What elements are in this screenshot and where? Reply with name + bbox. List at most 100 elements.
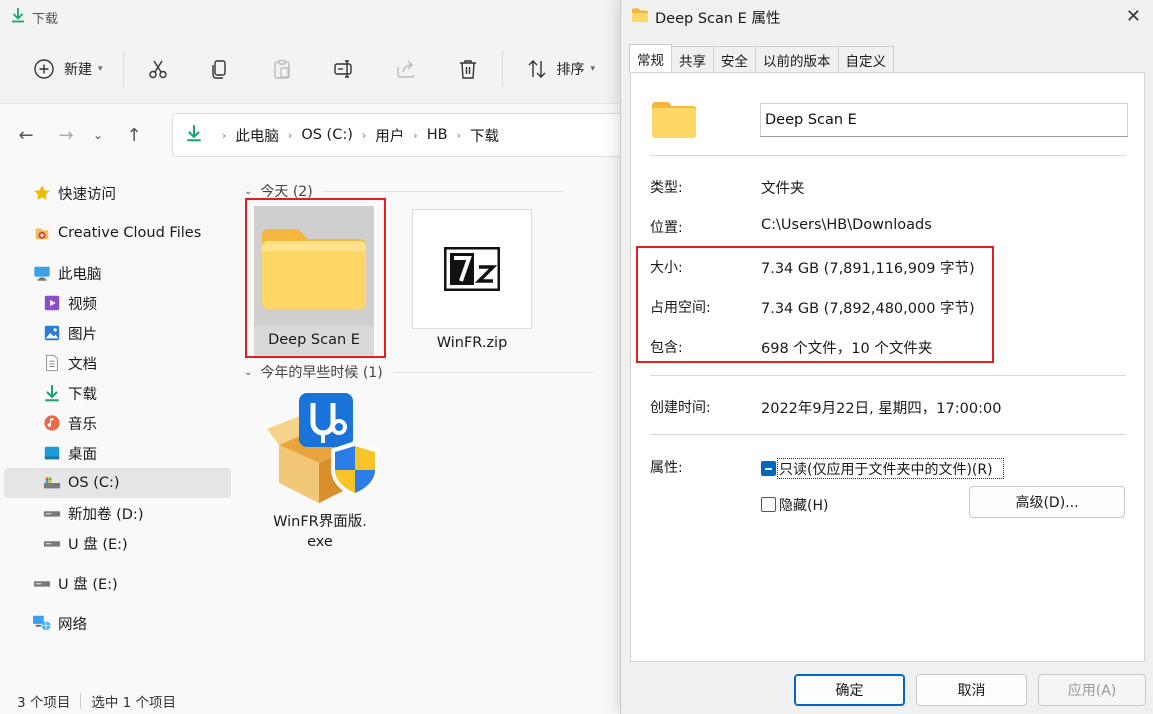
readonly-checkbox[interactable] xyxy=(761,461,776,476)
sidebar-item-documents[interactable]: 文档 xyxy=(4,348,231,378)
close-icon[interactable]: ✕ xyxy=(1126,6,1141,27)
sidebar-item-music[interactable]: 音乐 xyxy=(4,408,231,438)
sidebar-item-this-pc[interactable]: 此电脑 xyxy=(4,258,231,288)
star-icon xyxy=(32,183,52,203)
documents-icon xyxy=(42,353,62,373)
tab-previous-versions[interactable]: 以前的版本 xyxy=(755,46,839,72)
sidebar-item-new-volume-d[interactable]: 新加卷 (D:) xyxy=(4,498,231,528)
sort-button[interactable]: 排序 ▾ xyxy=(515,49,604,89)
hidden-label[interactable]: 隐藏(H) xyxy=(779,495,828,515)
sidebar-item-creative-cloud[interactable]: Creative Cloud Files xyxy=(4,218,231,248)
apply-button[interactable]: 应用(A) xyxy=(1038,674,1146,706)
download-icon xyxy=(10,7,26,27)
breadcrumb[interactable]: › 此电脑 › OS (C:) › 用户 › HB › 下载 xyxy=(172,113,632,157)
sidebar-item-label: 网络 xyxy=(58,616,87,633)
recent-locations-chevron-icon[interactable]: ⌄ xyxy=(86,128,110,142)
sidebar-item-quick-access[interactable]: 快速访问 xyxy=(4,178,231,208)
hidden-checkbox[interactable] xyxy=(761,497,776,512)
breadcrumb-item[interactable]: 下载 xyxy=(470,125,499,146)
forward-arrow-icon[interactable]: → xyxy=(46,125,86,146)
sidebar-item-label: 图片 xyxy=(68,326,97,343)
back-arrow-icon[interactable]: ← xyxy=(6,125,46,146)
drive-icon xyxy=(42,503,62,523)
sidebar-item-usb-e-root[interactable]: U 盘 (E:) xyxy=(4,568,231,598)
chevron-right-icon: › xyxy=(456,128,461,142)
sidebar-item-label: Creative Cloud Files xyxy=(58,225,202,241)
plus-circle-icon xyxy=(30,55,58,83)
chevron-down-icon: ⌄ xyxy=(244,185,253,197)
location-value: C:\Users\HB\Downloads xyxy=(761,217,932,233)
breadcrumb-item[interactable]: 用户 xyxy=(375,125,404,146)
sidebar-item-label: 此电脑 xyxy=(58,266,102,283)
group-header-divider xyxy=(392,371,593,373)
sidebar-item-label: 桌面 xyxy=(68,446,97,463)
sort-button-label: 排序 xyxy=(556,61,585,78)
toolbar-divider xyxy=(501,50,503,87)
address-bar-row: ← → ⌄ ↑ › 此电脑 › OS (C:) › 用户 › HB › 下载 xyxy=(0,104,632,166)
sidebar-item-label: 音乐 xyxy=(68,416,97,433)
file-item-winfr-zip[interactable]: WinFR.zip xyxy=(412,209,532,353)
sidebar-item-pictures[interactable]: 图片 xyxy=(4,318,231,348)
folder-name-input[interactable] xyxy=(760,103,1128,137)
breadcrumb-item[interactable]: 此电脑 xyxy=(235,125,279,146)
file-item-winfr-exe[interactable]: WinFR界面版. exe xyxy=(260,388,380,552)
file-item-name-line2: exe xyxy=(307,534,333,550)
sidebar-item-label: 视频 xyxy=(68,296,97,313)
explorer-window-title: 下载 xyxy=(32,11,59,27)
up-arrow-icon[interactable]: ↑ xyxy=(110,125,158,146)
dialog-titlebar: Deep Scan E 属性 xyxy=(621,0,1153,34)
highlight-box-size-info xyxy=(636,246,994,363)
chevron-down-icon: ▾ xyxy=(98,63,103,74)
video-icon xyxy=(42,293,62,313)
folder-icon xyxy=(631,7,649,27)
readonly-label[interactable]: 只读(仅应用于文件夹中的文件)(R) xyxy=(779,459,993,479)
breadcrumb-item[interactable]: OS (C:) xyxy=(301,127,353,143)
ok-button[interactable]: 确定 xyxy=(794,674,905,706)
copy-icon xyxy=(206,55,234,83)
delete-button[interactable] xyxy=(446,49,490,89)
paste-button[interactable] xyxy=(260,49,304,89)
status-bar: 3 个项目 选中 1 个项目 xyxy=(0,688,620,714)
type-value: 文件夹 xyxy=(761,181,805,197)
cancel-button[interactable]: 取消 xyxy=(916,674,1027,706)
cut-button[interactable] xyxy=(136,49,180,89)
advanced-button[interactable]: 高级(D)... xyxy=(969,486,1125,518)
sidebar-item-downloads[interactable]: 下载 xyxy=(4,378,231,408)
sidebar-item-network[interactable]: 网络 xyxy=(4,608,231,638)
explorer-toolbar: 新建 ▾ 排序 ▾ xyxy=(0,34,620,104)
selected-count: 选中 1 个项目 xyxy=(91,695,177,711)
sidebar-item-videos[interactable]: 视频 xyxy=(4,288,231,318)
tab-sharing[interactable]: 共享 xyxy=(671,46,714,72)
sidebar-item-desktop[interactable]: 桌面 xyxy=(4,438,231,468)
location-label: 位置: xyxy=(650,220,683,236)
navigation-pane: 快速访问 Creative Cloud Files 此电脑 视频 图片 文档 下… xyxy=(0,166,236,688)
breadcrumb-item[interactable]: HB xyxy=(427,127,448,143)
new-button[interactable]: 新建 ▾ xyxy=(22,49,111,89)
sidebar-item-label: U 盘 (E:) xyxy=(68,536,128,553)
share-button[interactable] xyxy=(384,49,428,89)
created-value: 2022年9月22日, 星期四，17:00:00 xyxy=(761,401,1002,417)
divider xyxy=(650,434,1126,435)
dialog-tabs: 常规 共享 安全 以前的版本 自定义 xyxy=(629,44,894,72)
item-count: 3 个项目 xyxy=(17,695,71,711)
clipboard-icon xyxy=(268,55,296,83)
trash-icon xyxy=(454,55,482,83)
divider xyxy=(650,375,1126,376)
tab-customize[interactable]: 自定义 xyxy=(837,46,894,72)
tab-general[interactable]: 常规 xyxy=(629,44,672,72)
tab-security[interactable]: 安全 xyxy=(713,46,756,72)
sidebar-item-os-c[interactable]: OS (C:) xyxy=(4,468,231,498)
general-tab-panel: 类型: 文件夹 位置: C:\Users\HB\Downloads 大小: 7.… xyxy=(630,72,1145,662)
copy-button[interactable] xyxy=(198,49,242,89)
divider xyxy=(650,155,1126,156)
rename-button[interactable] xyxy=(322,49,366,89)
chevron-right-icon: › xyxy=(287,128,293,142)
new-button-label: 新建 xyxy=(64,61,92,78)
sidebar-item-usb-e[interactable]: U 盘 (E:) xyxy=(4,528,231,558)
type-label: 类型: xyxy=(650,180,683,196)
properties-dialog: Deep Scan E 属性 ✕ 常规 共享 安全 以前的版本 自定义 类型: … xyxy=(620,0,1153,714)
group-header-earlier-this-year[interactable]: ⌄ 今年的早些时候 (1) xyxy=(244,362,593,382)
explorer-titlebar: 下载 xyxy=(0,0,620,34)
file-item-name: WinFR.zip xyxy=(436,335,508,351)
winfr-app-icon xyxy=(260,388,380,508)
